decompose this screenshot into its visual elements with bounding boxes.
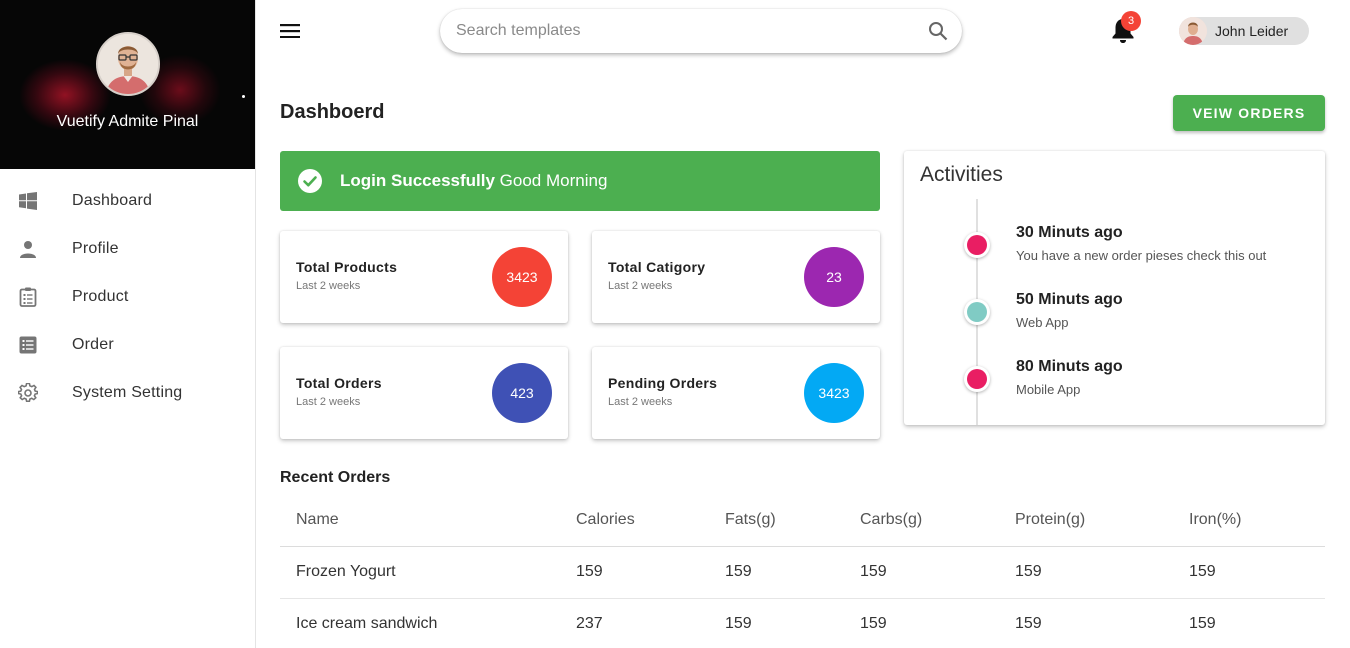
hamburger-menu-icon[interactable] [278, 20, 302, 42]
table-row[interactable]: Frozen Yogurt 159 159 159 159 159 [280, 546, 1325, 599]
column-header[interactable]: Protein(g) [1015, 494, 1189, 547]
timeline-item: 30 Minuts ago You have a new order piese… [904, 224, 1325, 284]
clipboard-list-icon [18, 287, 38, 307]
table-cell: 159 [1189, 546, 1325, 599]
stat-subtitle: Last 2 weeks [296, 396, 361, 408]
table-cell: 159 [1015, 598, 1189, 648]
alert-text: Good Morning [499, 171, 608, 190]
sidebar-item-product[interactable]: Product [0, 273, 255, 321]
table-cell: 159 [860, 546, 1015, 599]
timeline-item: 80 Minuts ago Mobile App [904, 358, 1325, 418]
timeline-dot [964, 232, 990, 258]
gear-icon [18, 383, 38, 403]
list-box-icon [18, 335, 38, 355]
column-header[interactable]: Iron(%) [1189, 494, 1325, 547]
success-alert: Login Successfully Good Morning [280, 151, 880, 211]
alert-bold-text: Login Successfully [340, 171, 495, 190]
user-name: John Leider [1215, 23, 1289, 39]
search-input[interactable] [456, 9, 916, 53]
stat-card-total-products: Total Products Last 2 weeks 3423 [280, 231, 568, 323]
view-orders-button[interactable]: VEIW ORDERS [1173, 95, 1325, 131]
alert-message: Login Successfully Good Morning [340, 171, 607, 191]
table-row[interactable]: Ice cream sandwich 237 159 159 159 159 [280, 598, 1325, 648]
background-light [242, 95, 245, 98]
activity-description: Mobile App [1016, 382, 1081, 397]
column-header[interactable]: Name [280, 494, 576, 547]
page-title: Dashboerd [280, 101, 385, 123]
sidebar-item-label: Dashboard [72, 192, 153, 209]
stat-card-total-orders: Total Orders Last 2 weeks 423 [280, 347, 568, 439]
stat-subtitle: Last 2 weeks [296, 280, 361, 292]
stat-title: Total Orders [296, 375, 382, 391]
table-header-row: Name Calories Fats(g) Carbs(g) Protein(g… [280, 494, 1325, 547]
stat-title: Total Products [296, 259, 398, 275]
sidebar-item-order[interactable]: Order [0, 321, 255, 369]
search-icon[interactable] [928, 21, 948, 41]
recent-orders-title: Recent Orders [280, 469, 391, 486]
table-cell: 159 [725, 598, 860, 648]
stat-card-pending-orders: Pending Orders Last 2 weeks 3423 [592, 347, 880, 439]
notification-badge: 3 [1121, 11, 1141, 31]
table-cell: 237 [576, 598, 725, 648]
activity-description: Web App [1016, 315, 1069, 330]
recent-orders-table: Name Calories Fats(g) Carbs(g) Protein(g… [280, 494, 1325, 648]
sidebar-item-label: Order [72, 336, 114, 353]
timeline-item: 50 Minuts ago Web App [904, 291, 1325, 351]
check-circle-icon [298, 169, 322, 193]
column-header[interactable]: Calories [576, 494, 725, 547]
table-cell: Ice cream sandwich [280, 598, 576, 648]
activity-time: 50 Minuts ago [1016, 291, 1123, 308]
stat-title: Pending Orders [608, 375, 718, 391]
table-cell: 159 [576, 546, 725, 599]
sidebar: Vuetify Admite Pinal Dashboard Profile P… [0, 0, 256, 648]
sidebar-nav: Dashboard Profile Product Order System S… [0, 177, 255, 417]
stat-title: Total Catigory [608, 259, 706, 275]
sidebar-item-dashboard[interactable]: Dashboard [0, 177, 255, 225]
stat-value: 423 [492, 363, 552, 423]
sidebar-item-label: Profile [72, 240, 119, 257]
activity-time: 30 Minuts ago [1016, 224, 1123, 241]
sidebar-item-label: Product [72, 288, 129, 305]
table-cell: 159 [1189, 598, 1325, 648]
user-chip[interactable]: John Leider [1179, 17, 1309, 45]
windows-icon [18, 191, 38, 211]
table-cell: 159 [725, 546, 860, 599]
stat-value: 3423 [492, 247, 552, 307]
search-bar [440, 9, 962, 53]
stat-subtitle: Last 2 weeks [608, 396, 673, 408]
sidebar-item-system-setting[interactable]: System Setting [0, 369, 255, 417]
stat-value: 23 [804, 247, 864, 307]
table-cell: Frozen Yogurt [280, 546, 576, 599]
table-cell: 159 [860, 598, 1015, 648]
column-header[interactable]: Fats(g) [725, 494, 860, 547]
stat-value: 3423 [804, 363, 864, 423]
user-avatar [1179, 17, 1207, 45]
activity-description: You have a new order pieses check this o… [1016, 248, 1267, 263]
sidebar-header: Vuetify Admite Pinal [0, 0, 255, 169]
admin-name: Vuetify Admite Pinal [56, 113, 199, 130]
activities-card: Activities 30 Minuts ago You have a new … [904, 151, 1325, 425]
table-cell: 159 [1015, 546, 1189, 599]
activities-title: Activities [920, 163, 1003, 186]
sidebar-item-profile[interactable]: Profile [0, 225, 255, 273]
stat-subtitle: Last 2 weeks [608, 280, 673, 292]
person-icon [18, 239, 38, 259]
column-header[interactable]: Carbs(g) [860, 494, 1015, 547]
admin-avatar [96, 32, 160, 96]
timeline-dot [964, 299, 990, 325]
sidebar-item-label: System Setting [72, 384, 183, 401]
activity-time: 80 Minuts ago [1016, 358, 1123, 375]
stat-card-total-category: Total Catigory Last 2 weeks 23 [592, 231, 880, 323]
timeline-dot [964, 366, 990, 392]
